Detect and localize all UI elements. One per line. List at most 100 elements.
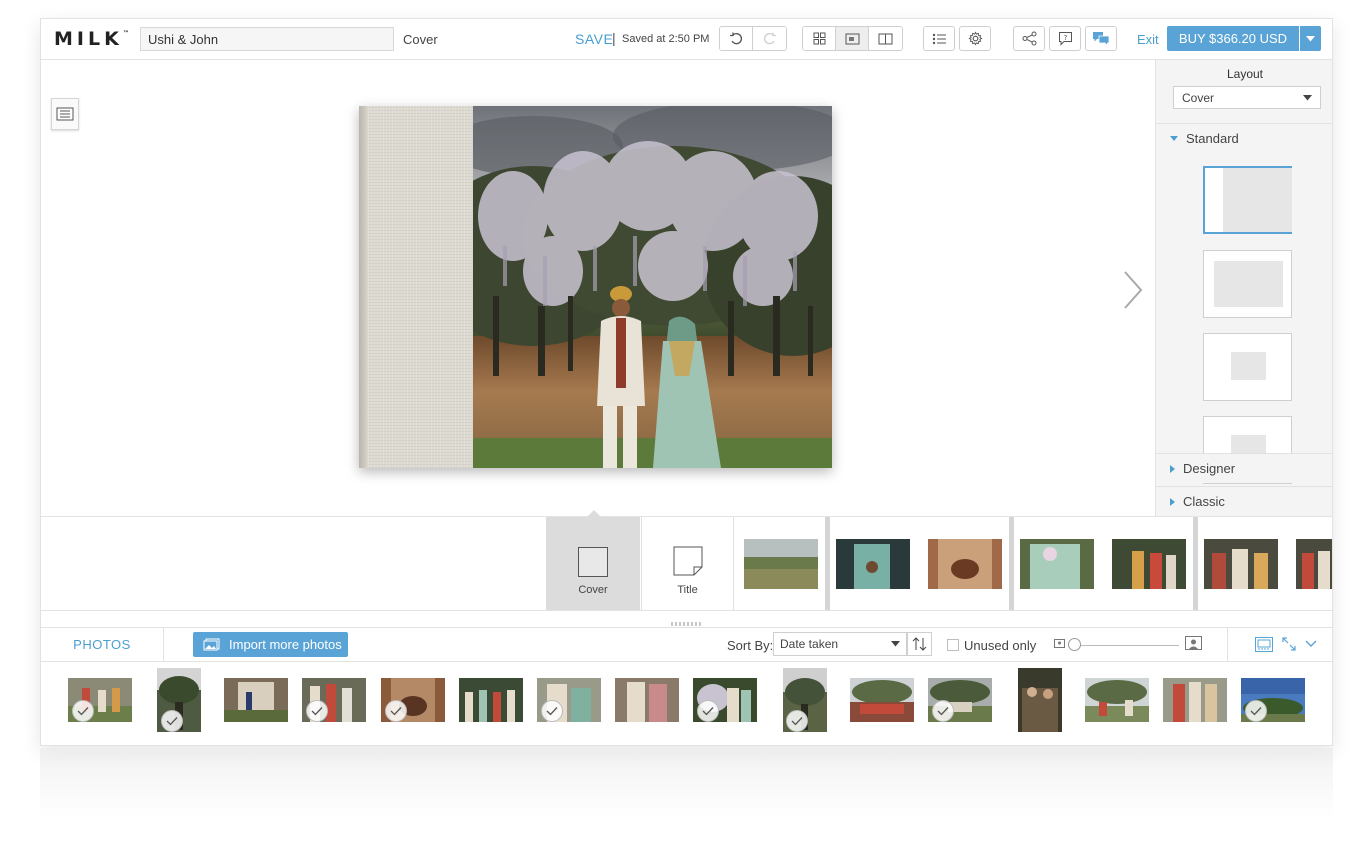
project-name-input[interactable]	[140, 27, 394, 51]
page-thumbnail[interactable]	[1204, 539, 1278, 589]
undo-icon	[730, 32, 742, 44]
sort-select[interactable]: Date taken	[773, 632, 907, 656]
chevron-down-icon	[1303, 94, 1312, 100]
chevron-down-icon[interactable]	[1305, 640, 1317, 648]
linen-spine	[359, 106, 473, 468]
tray-photo[interactable]	[615, 678, 679, 722]
tray-photo[interactable]	[1018, 668, 1062, 732]
wedding-couple-photo	[473, 106, 832, 468]
layout-option-large[interactable]	[1203, 250, 1292, 318]
svg-text:?: ?	[1063, 34, 1067, 42]
used-check-badge	[786, 710, 808, 732]
layout-option-full-bleed[interactable]	[1203, 166, 1292, 234]
next-page-arrow-icon[interactable]	[1121, 270, 1145, 310]
undo-button[interactable]	[720, 27, 753, 50]
help-bubble-icon: ?	[1058, 32, 1072, 46]
checkmark-icon	[546, 707, 558, 716]
checkmark-icon	[77, 707, 89, 716]
section-designer[interactable]: Designer	[1156, 453, 1332, 483]
section-standard[interactable]: Standard	[1156, 123, 1332, 153]
saved-status: Saved at 2:50 PM	[622, 33, 710, 45]
expand-icon[interactable]	[1282, 637, 1296, 651]
tray-photo[interactable]	[459, 678, 523, 722]
cover-photo[interactable]	[473, 106, 832, 468]
single-page-icon	[845, 33, 859, 44]
filmstrip-icon[interactable]	[1255, 637, 1273, 652]
tray-photo[interactable]	[224, 678, 288, 722]
undo-redo-group	[719, 26, 787, 51]
page-title[interactable]: Title	[641, 517, 734, 610]
zoom-slider-track[interactable]	[1075, 645, 1179, 646]
tray-photo[interactable]	[1163, 678, 1227, 722]
zoom-out-image-icon[interactable]	[1054, 639, 1065, 648]
grid-view-button[interactable]	[803, 27, 836, 50]
page-thumbnail[interactable]	[1296, 539, 1333, 589]
chat-icon	[1093, 32, 1110, 46]
page-list-button[interactable]	[923, 26, 955, 51]
sort-by-label: Sort By:	[727, 638, 774, 653]
settings-button[interactable]	[959, 26, 991, 51]
page-thumbnail[interactable]	[744, 539, 818, 589]
page-strip: Cover Title	[41, 510, 1333, 611]
buy-options-dropdown[interactable]	[1300, 26, 1321, 51]
grid-icon	[813, 32, 825, 45]
sort-select-value: Date taken	[780, 637, 839, 651]
photo-slot	[1223, 168, 1292, 232]
share-icon	[1022, 31, 1036, 46]
toolbar-separator	[1227, 628, 1228, 661]
tray-resize-grip[interactable]	[671, 622, 701, 626]
exit-link[interactable]: Exit	[1137, 32, 1159, 47]
spread-view-button[interactable]	[869, 27, 902, 50]
page-thumbnail[interactable]	[1112, 539, 1186, 589]
zoom-slider-handle[interactable]	[1068, 638, 1081, 651]
help-button[interactable]: ?	[1049, 26, 1081, 51]
photo-slot	[1231, 352, 1266, 380]
checkmark-icon	[1250, 707, 1262, 716]
page-title-label: Title	[677, 584, 698, 596]
photobook-editor: MILK™ Cover SAVE | Saved at 2:50 PM	[40, 18, 1333, 746]
layout-panel-title: Layout	[1226, 67, 1264, 81]
single-page-view-button[interactable]	[836, 27, 869, 50]
layout-select[interactable]: Cover	[1173, 86, 1321, 109]
top-toolbar: MILK™ Cover SAVE | Saved at 2:50 PM	[41, 19, 1332, 60]
page-thumbnail[interactable]	[928, 539, 1002, 589]
save-button[interactable]: SAVE	[575, 31, 613, 47]
tray-photo[interactable]	[850, 678, 914, 722]
image-icon	[203, 638, 220, 651]
photos-toolbar: PHOTOS Import more photos Sort By: Date …	[41, 627, 1332, 662]
milk-logo[interactable]: MILK™	[54, 28, 129, 50]
chat-button[interactable]	[1085, 26, 1117, 51]
caret-right-icon	[1170, 464, 1175, 473]
caret-right-icon	[1170, 497, 1175, 506]
cover-page-icon	[578, 547, 608, 577]
save-separator: |	[612, 30, 616, 46]
book-cover[interactable]	[359, 106, 832, 468]
used-check-badge	[697, 700, 719, 722]
chevron-down-icon	[1306, 35, 1315, 41]
checkmark-icon	[791, 717, 803, 726]
layout-option-medium[interactable]	[1203, 333, 1292, 401]
page-canvas	[41, 60, 1155, 516]
share-button[interactable]	[1013, 26, 1045, 51]
unused-only-label: Unused only	[964, 638, 1037, 653]
import-photos-button[interactable]: Import more photos	[193, 632, 348, 657]
checkmark-icon	[311, 707, 323, 716]
zoom-in-image-icon[interactable]	[1185, 636, 1202, 650]
notes-icon	[56, 107, 74, 121]
redo-button[interactable]	[753, 27, 786, 50]
sort-order-toggle[interactable]	[907, 632, 932, 656]
sort-arrows-icon	[912, 637, 926, 651]
section-classic[interactable]: Classic	[1156, 486, 1332, 516]
page-thumbnail[interactable]	[1020, 539, 1094, 589]
page-thumbnail[interactable]	[836, 539, 910, 589]
page-cover[interactable]: Cover	[546, 510, 640, 610]
used-check-badge	[1245, 700, 1267, 722]
unused-only-checkbox[interactable]	[947, 639, 959, 651]
tray-photo[interactable]	[1085, 678, 1149, 722]
checkmark-icon	[390, 707, 402, 716]
buy-button[interactable]: BUY $366.20 USD	[1167, 26, 1299, 51]
notes-button[interactable]	[51, 98, 79, 130]
photos-tab[interactable]: PHOTOS	[41, 628, 164, 661]
gear-icon	[967, 31, 983, 46]
checkmark-icon	[937, 707, 949, 716]
